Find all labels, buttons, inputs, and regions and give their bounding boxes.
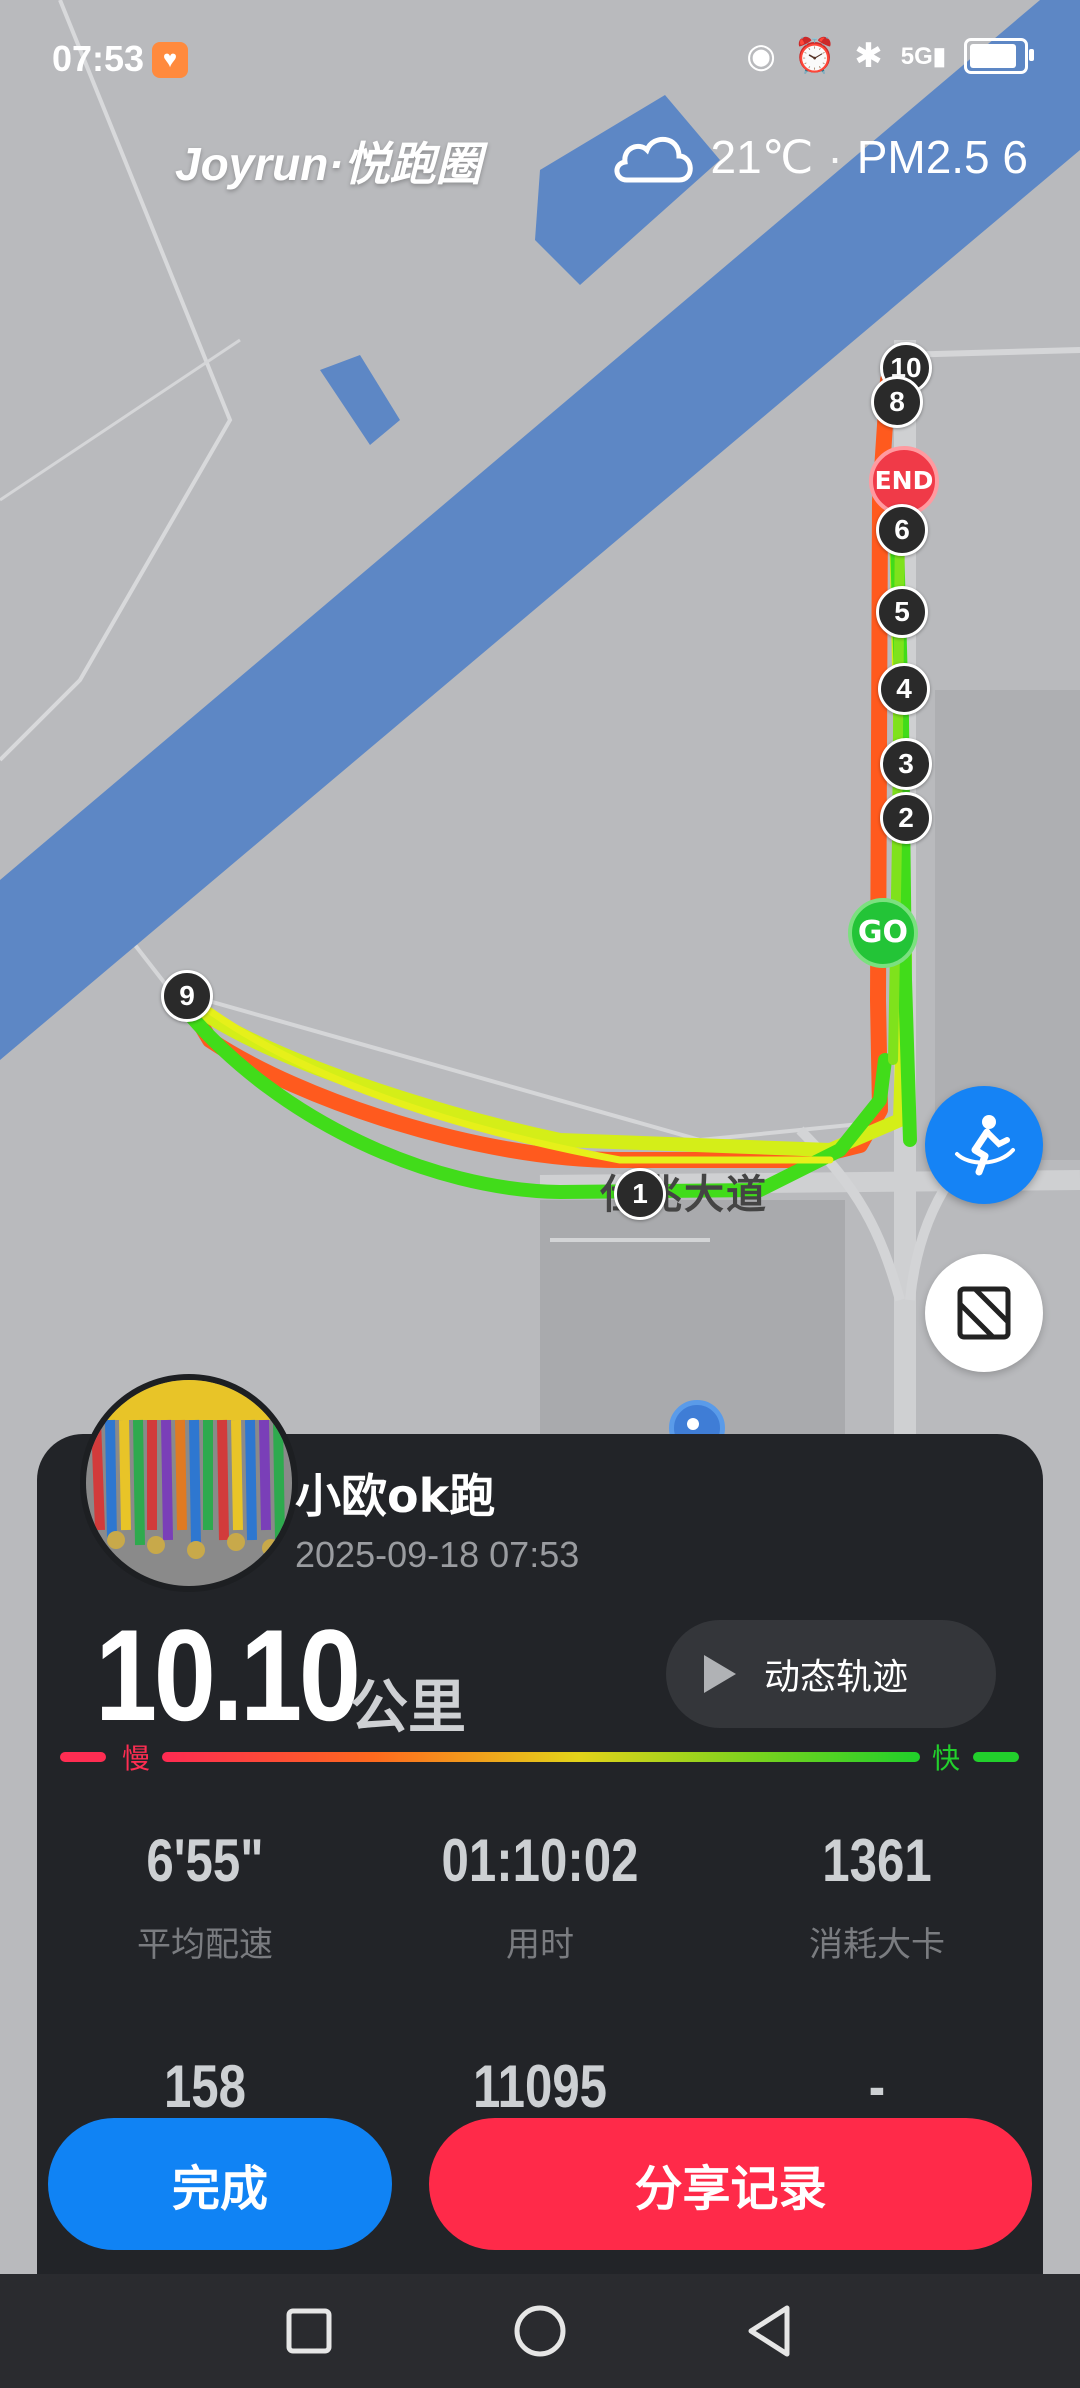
pace-gradient	[162, 1752, 920, 1762]
stat-value: 158	[163, 2053, 247, 2120]
brand-logo: Joyrun·悦跑圈	[175, 138, 482, 190]
stat-label: 用时	[506, 1925, 574, 1965]
done-button[interactable]: 完成	[48, 2118, 392, 2250]
avatar[interactable]	[80, 1374, 298, 1592]
battery-icon	[964, 38, 1034, 74]
share-record-button[interactable]: 分享记录	[429, 2118, 1032, 2250]
sport-mode-button[interactable]	[925, 1086, 1043, 1204]
pace-fast-line	[973, 1752, 1019, 1762]
runner-icon	[955, 1115, 1015, 1176]
stat-steps: 11095	[390, 2052, 690, 2121]
eye-icon: ◉	[746, 37, 776, 75]
heart-icon: ♥	[152, 42, 188, 78]
play-icon	[704, 1655, 736, 1693]
recents-button[interactable]	[249, 2274, 369, 2388]
stat-value: 1361	[822, 1827, 932, 1894]
pace-slow-line	[60, 1752, 106, 1762]
stat-heart-rate: 158	[55, 2052, 355, 2121]
signal-5g-icon: 5G▮	[900, 42, 946, 70]
km-marker-9: 9	[161, 970, 213, 1022]
stat-label: 消耗大卡	[809, 1925, 945, 1965]
replay-track-button[interactable]: 动态轨迹	[666, 1620, 996, 1728]
bluetooth-icon: ✱	[854, 37, 883, 75]
km-marker-5: 5	[876, 586, 928, 638]
back-button[interactable]	[709, 2274, 829, 2388]
stat-extra: -	[727, 2052, 1027, 2121]
distance-value: 10.10	[95, 1602, 361, 1748]
alarm-icon: ⏰	[793, 37, 837, 75]
stat-calories: 1361 消耗大卡	[727, 1826, 1027, 1966]
stat-label: 平均配速	[137, 1925, 273, 1965]
username: 小欧ok跑	[295, 1469, 496, 1523]
pace-legend: 慢 快	[60, 1742, 1020, 1775]
system-nav-bar	[0, 2274, 1080, 2388]
air-quality: PM2.5 6	[856, 131, 1028, 183]
circle-icon	[514, 2305, 566, 2357]
km-marker-8: 8	[871, 376, 923, 428]
cloud-icon	[614, 137, 693, 183]
home-button[interactable]	[480, 2274, 600, 2388]
km-marker-2: 2	[880, 792, 932, 844]
fit-route-button[interactable]	[925, 1254, 1043, 1372]
go-marker: GO	[848, 898, 918, 968]
stat-avg-pace: 6'55" 平均配速	[55, 1826, 355, 1966]
weather-separator: ·	[827, 131, 843, 183]
replay-track-label: 动态轨迹	[764, 1657, 909, 1698]
weather-info: 21℃ · PM2.5 6	[609, 128, 1028, 186]
distance-unit: 公里	[350, 1673, 467, 1741]
status-icons: ◉ ⏰ ✱ 5G▮	[746, 36, 1034, 76]
km-marker-1: 1	[614, 1168, 666, 1220]
pace-fast-label: 快	[932, 1742, 961, 1775]
stat-value: -	[868, 2053, 886, 2120]
square-icon	[286, 2308, 332, 2354]
run-datetime: 2025-09-18 07:53	[295, 1534, 580, 1575]
stat-duration: 01:10:02 用时	[390, 1826, 690, 1966]
status-time: 07:53	[52, 38, 145, 79]
crop-icon	[957, 1286, 1011, 1340]
temperature: 21℃	[710, 131, 814, 183]
stat-value: 01:10:02	[441, 1827, 639, 1894]
km-marker-3: 3	[880, 738, 932, 790]
km-marker-4: 4	[878, 663, 930, 715]
pace-slow-label: 慢	[122, 1742, 151, 1775]
back-triangle-icon	[748, 2305, 790, 2357]
km-marker-6: 6	[876, 504, 928, 556]
stat-value: 6'55"	[146, 1827, 264, 1894]
status-bar: 07:53 ♥ ◉ ⏰ ✱ 5G▮	[0, 0, 1080, 120]
stat-value: 11095	[472, 2053, 608, 2120]
